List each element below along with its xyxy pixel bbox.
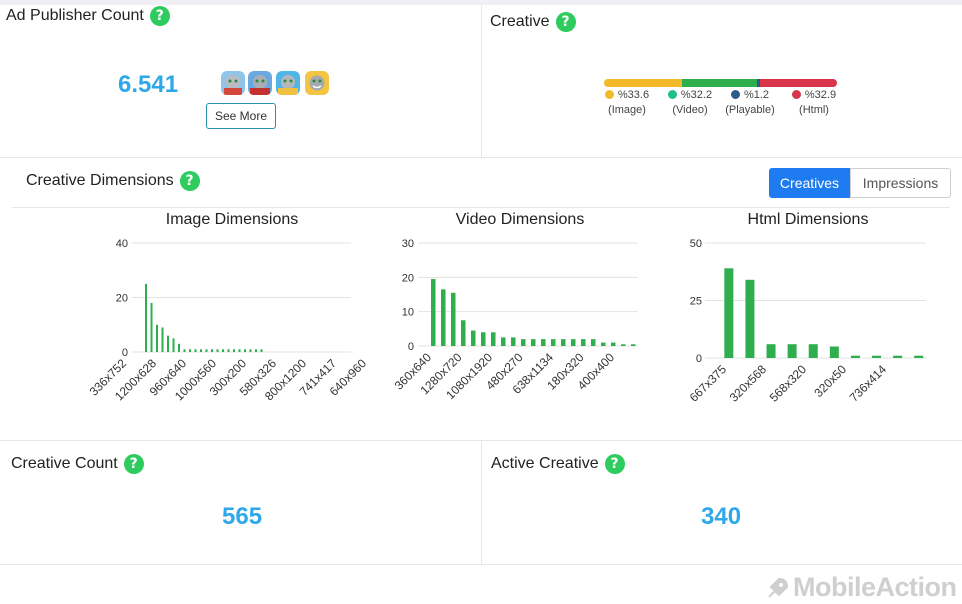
chart-bar [850,355,860,358]
active-creative-value: 340 [701,503,742,530]
chart-bar [200,349,202,352]
chart-bar [161,327,164,352]
y-tick-label: 40 [116,238,128,250]
chart-bar [156,324,158,352]
y-tick-label: 30 [402,238,414,250]
brand-name: MobileAction [793,572,957,602]
chart-bar [872,355,882,358]
chart-bar [227,349,230,352]
chart-bar [808,344,818,358]
chart-bar [521,339,526,346]
y-tick-label: 0 [122,347,128,359]
chart-bar [194,349,197,352]
active-creative-title-text: Active Creative [491,455,599,472]
chart-bar [601,342,606,346]
creative-count-title-text: Creative Count [11,455,118,472]
chart-bar [581,339,586,346]
chart-bar [431,279,436,346]
chart-bar [461,320,466,346]
chart-bar [541,339,546,346]
creative-count-value: 565 [222,503,263,530]
y-tick-label: 50 [690,238,702,250]
help-icon[interactable]: ? [123,454,144,474]
chart-bar [531,339,536,346]
chart-bar [766,344,776,358]
chart-bar [150,302,153,352]
dimension-charts: 02040336x7521200x628960x6401000x560300x2… [87,238,926,405]
chart-bar [238,349,241,352]
x-tick-label: 320x568 [727,362,770,405]
x-tick-label: 568x320 [767,362,810,405]
x-tick-label: 667x375 [687,362,730,405]
chart-bar [211,349,213,352]
panel-divider [0,564,962,565]
chart-bar [571,339,576,346]
chart-bar [914,355,924,358]
chart-bar [451,292,456,346]
y-tick-label: 20 [402,272,414,284]
chart-bar [829,346,839,358]
chart-bar [787,344,797,358]
chart-bar [189,349,191,352]
chart-bar [591,339,596,346]
x-tick-label: 736x414 [847,362,890,405]
chart-bar [172,338,175,352]
chart-bar [222,349,224,352]
chart-bar [724,268,734,358]
x-tick-label: 320x50 [811,362,849,400]
chart-bar [501,337,506,346]
y-tick-label: 10 [402,307,414,319]
panel-divider [481,440,482,564]
chart-bar [551,339,556,346]
y-tick-label: 0 [408,341,414,353]
chart-bar [249,349,252,352]
chart-bar [216,349,219,352]
chart-bar [631,344,636,346]
chart-bar [145,283,147,352]
chart-bar [167,335,169,352]
chart-bar [233,349,235,352]
active-creative-title: Active Creative ? [491,454,625,474]
chart-bar [621,344,626,346]
y-tick-label: 20 [116,293,128,305]
chart-bar [183,349,186,352]
chart-bar [611,342,616,346]
creative-count-title: Creative Count ? [11,454,144,474]
chart-bar [511,337,516,346]
chart-bar [178,343,180,352]
rocket-icon [768,577,789,598]
y-tick-label: 25 [690,296,702,308]
chart-bar [481,332,486,346]
chart-bar [491,332,496,346]
chart-bar [441,289,446,346]
y-tick-label: 0 [696,353,702,365]
chart-bar [893,355,903,358]
chart-bar [244,349,246,352]
chart-bar [260,349,263,352]
mobileaction-logo: MobileAction [765,572,957,603]
chart-bar [205,349,208,352]
chart-bar [471,330,476,346]
help-icon[interactable]: ? [604,454,625,474]
chart-bar [255,349,257,352]
chart-bar [745,279,755,358]
chart-bar [561,339,566,346]
